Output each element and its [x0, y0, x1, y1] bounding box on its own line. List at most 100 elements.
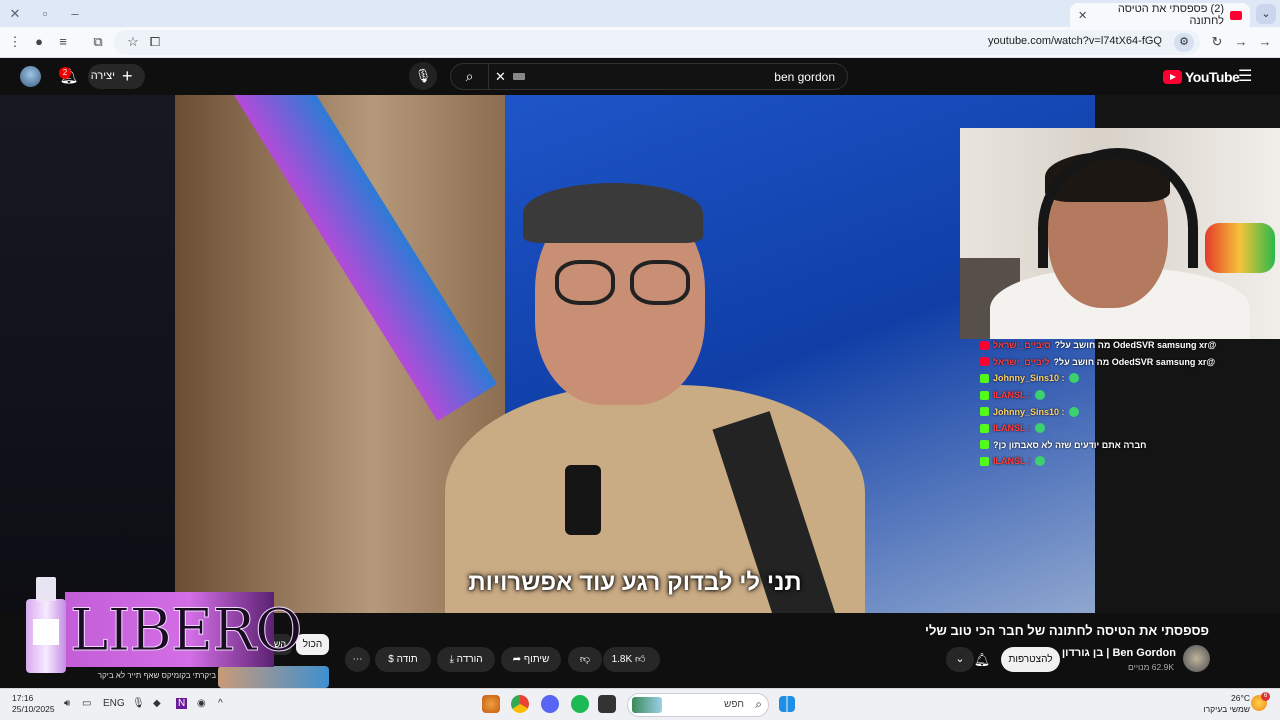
download-label: הורדה: [456, 654, 483, 665]
game-controller: [1205, 223, 1275, 273]
channel-avatar[interactable]: [1183, 645, 1210, 672]
kick-platform-icon: [980, 390, 989, 400]
ad-brand-text: LIBERO: [70, 596, 304, 665]
chat-message: ליביים_ישראל @OdedSVR samsung xr מה חושב …: [980, 354, 1280, 371]
share-button[interactable]: שיתוף ➦: [501, 647, 561, 672]
voice-search-mic-icon[interactable]: 🎙︎: [409, 62, 437, 90]
player-left-margin: [0, 95, 175, 613]
more-actions-icon[interactable]: ⋯: [345, 647, 370, 672]
channel-name[interactable]: Ben Gordon | בן גורדון: [1062, 647, 1176, 659]
profile-icon[interactable]: ●: [30, 33, 48, 51]
taskbar-search-icon: ⌕: [755, 697, 762, 711]
youtube-favicon-icon: [1230, 10, 1242, 20]
guide-menu-icon[interactable]: ☰: [1238, 66, 1252, 86]
browser-tab-active[interactable]: (2) פספסתי את הטיסה לחתונה ✕: [1070, 3, 1250, 27]
app-icon-black[interactable]: [598, 695, 616, 713]
chrome-icon[interactable]: [511, 695, 529, 713]
minimize-icon[interactable]: –: [65, 4, 85, 24]
create-button[interactable]: + יצירה: [88, 64, 145, 89]
tab-title: (2) פספסתי את הטיסה לחתונה: [1117, 3, 1224, 27]
show-hidden-icons-chevron[interactable]: ^: [218, 698, 223, 709]
chat-message: Johnny_Sins10 :: [980, 403, 1280, 420]
mic-tray-icon[interactable]: 🎙︎: [132, 698, 145, 709]
kick-platform-icon: [980, 456, 989, 466]
chevron-down-icon[interactable]: ⌄: [946, 647, 974, 672]
share-icon: ➦: [512, 654, 522, 665]
chat-username: סיביים_ישראל: [993, 340, 1051, 351]
tray-app-icon[interactable]: ◆: [153, 698, 161, 709]
weather-temp: 26°C: [1231, 693, 1250, 703]
weather-badge: 6: [1261, 692, 1270, 701]
close-window-icon[interactable]: ✕: [5, 4, 25, 24]
taskbar-search-placeholder: חפש: [724, 699, 744, 710]
clock-time: 17:16: [12, 693, 34, 703]
clock[interactable]: 17:16 25/10/2025: [12, 693, 55, 715]
chat-message: סיביים_ישראל @OdedSVR samsung xr מה חושב …: [980, 337, 1280, 354]
youtube-logo-text: YouTube: [1185, 69, 1240, 85]
network-icon[interactable]: ▭: [82, 698, 91, 709]
libero-ad-overlay: LIBERO: [20, 577, 303, 675]
download-icon: ⤓: [449, 654, 454, 665]
youtube-header: 🔔︎ 2 + יצירה 🎙︎ ⌕ ✕ ben gordon YouTube ☰: [0, 58, 1280, 95]
search-input[interactable]: ben gordon: [774, 70, 835, 84]
chat-username: ILANSL :: [993, 456, 1031, 467]
youtube-platform-icon: [980, 340, 989, 350]
perfume-bottle-image: [24, 577, 68, 675]
search-icon[interactable]: ⌕: [451, 64, 489, 89]
plus-icon: +: [122, 66, 133, 86]
subscribe-button[interactable]: להצטרפות: [1001, 647, 1060, 672]
weather-desc: שמשי בעיקרו: [1203, 704, 1250, 714]
site-settings-icon[interactable]: ⚙: [1174, 33, 1194, 52]
video-title: פספסתי את הטיסה לחתונה של חבר הכי טוב של…: [925, 623, 1209, 638]
taskbar-search[interactable]: חפש ⌕: [627, 693, 769, 717]
forward-icon[interactable]: →: [1232, 33, 1250, 51]
like-button[interactable]: 👍︎ 1.8K: [603, 647, 660, 672]
stream-chat-overlay: סיביים_ישראל @OdedSVR samsung xr מה חושב …: [980, 337, 1280, 470]
thanks-label: תודה: [396, 654, 418, 665]
youtube-logo[interactable]: YouTube: [1163, 69, 1240, 85]
thumbs-up-icon: 👍︎: [634, 654, 646, 665]
more-menu-icon[interactable]: ⋮: [6, 33, 24, 51]
tab-search-icon[interactable]: ≡: [54, 33, 72, 51]
youtube-platform-icon: [980, 357, 989, 367]
extensions-icon[interactable]: ⧉: [89, 33, 107, 51]
account-avatar[interactable]: [20, 66, 41, 87]
reload-icon[interactable]: ↻: [1208, 33, 1226, 51]
input-language[interactable]: ENG: [103, 698, 125, 709]
app-icon-1[interactable]: [482, 695, 500, 713]
spotify-icon[interactable]: [571, 695, 589, 713]
glasses-right: [630, 260, 690, 305]
chat-emote-icon: [1068, 373, 1079, 384]
chat-username: Johnny_Sins10 :: [993, 406, 1065, 417]
weather-widget[interactable]: 26°C שמשי בעיקרו: [1200, 693, 1250, 715]
kick-platform-icon: [980, 440, 989, 450]
volume-icon[interactable]: 🔊︎: [64, 698, 70, 709]
tray-app2-icon[interactable]: ◉: [197, 698, 206, 709]
video-frame[interactable]: תני לי לבדוק רגע עוד אפשרויות: [175, 95, 1095, 613]
youtube-play-icon: [1163, 70, 1182, 84]
search-box[interactable]: ⌕ ✕ ben gordon: [450, 63, 848, 90]
chat-message: חברה אתם יודעים שזה לא סאבתון כן?: [980, 437, 1280, 454]
address-bar[interactable]: ☆ ⧠ youtube.com/watch?v=l74tX64-fGQ ⚙: [114, 30, 1200, 55]
search-highlight-image: [632, 697, 662, 713]
download-button[interactable]: הורדה ⤓: [437, 647, 495, 672]
discord-icon[interactable]: [541, 695, 559, 713]
thanks-button[interactable]: תודה $: [375, 647, 431, 672]
bookmark-star-icon[interactable]: ☆: [124, 33, 142, 51]
keyboard-icon[interactable]: [513, 73, 525, 80]
clear-search-icon[interactable]: ✕: [495, 64, 506, 89]
tab-search-menu-button[interactable]: ⌄: [1256, 4, 1276, 24]
chat-username: ליביים_ישראל: [993, 356, 1050, 367]
chat-message: Johnny_Sins10 :: [980, 370, 1280, 387]
like-count: 1.8K: [611, 654, 633, 665]
back-icon[interactable]: →: [1256, 33, 1274, 51]
video-subtitle: תני לי לבדוק רגע עוד אפשרויות: [468, 569, 802, 596]
install-app-icon[interactable]: ⧠: [146, 33, 164, 51]
close-tab-icon[interactable]: ✕: [1078, 9, 1087, 22]
onenote-tray-icon[interactable]: N: [176, 698, 188, 709]
dislike-button[interactable]: 👎︎: [568, 647, 602, 672]
share-label: שיתוף: [523, 654, 550, 665]
maximize-icon[interactable]: ▫: [35, 4, 55, 24]
windows-start-icon[interactable]: [779, 696, 795, 712]
url-text: youtube.com/watch?v=l74tX64-fGQ: [988, 35, 1162, 47]
